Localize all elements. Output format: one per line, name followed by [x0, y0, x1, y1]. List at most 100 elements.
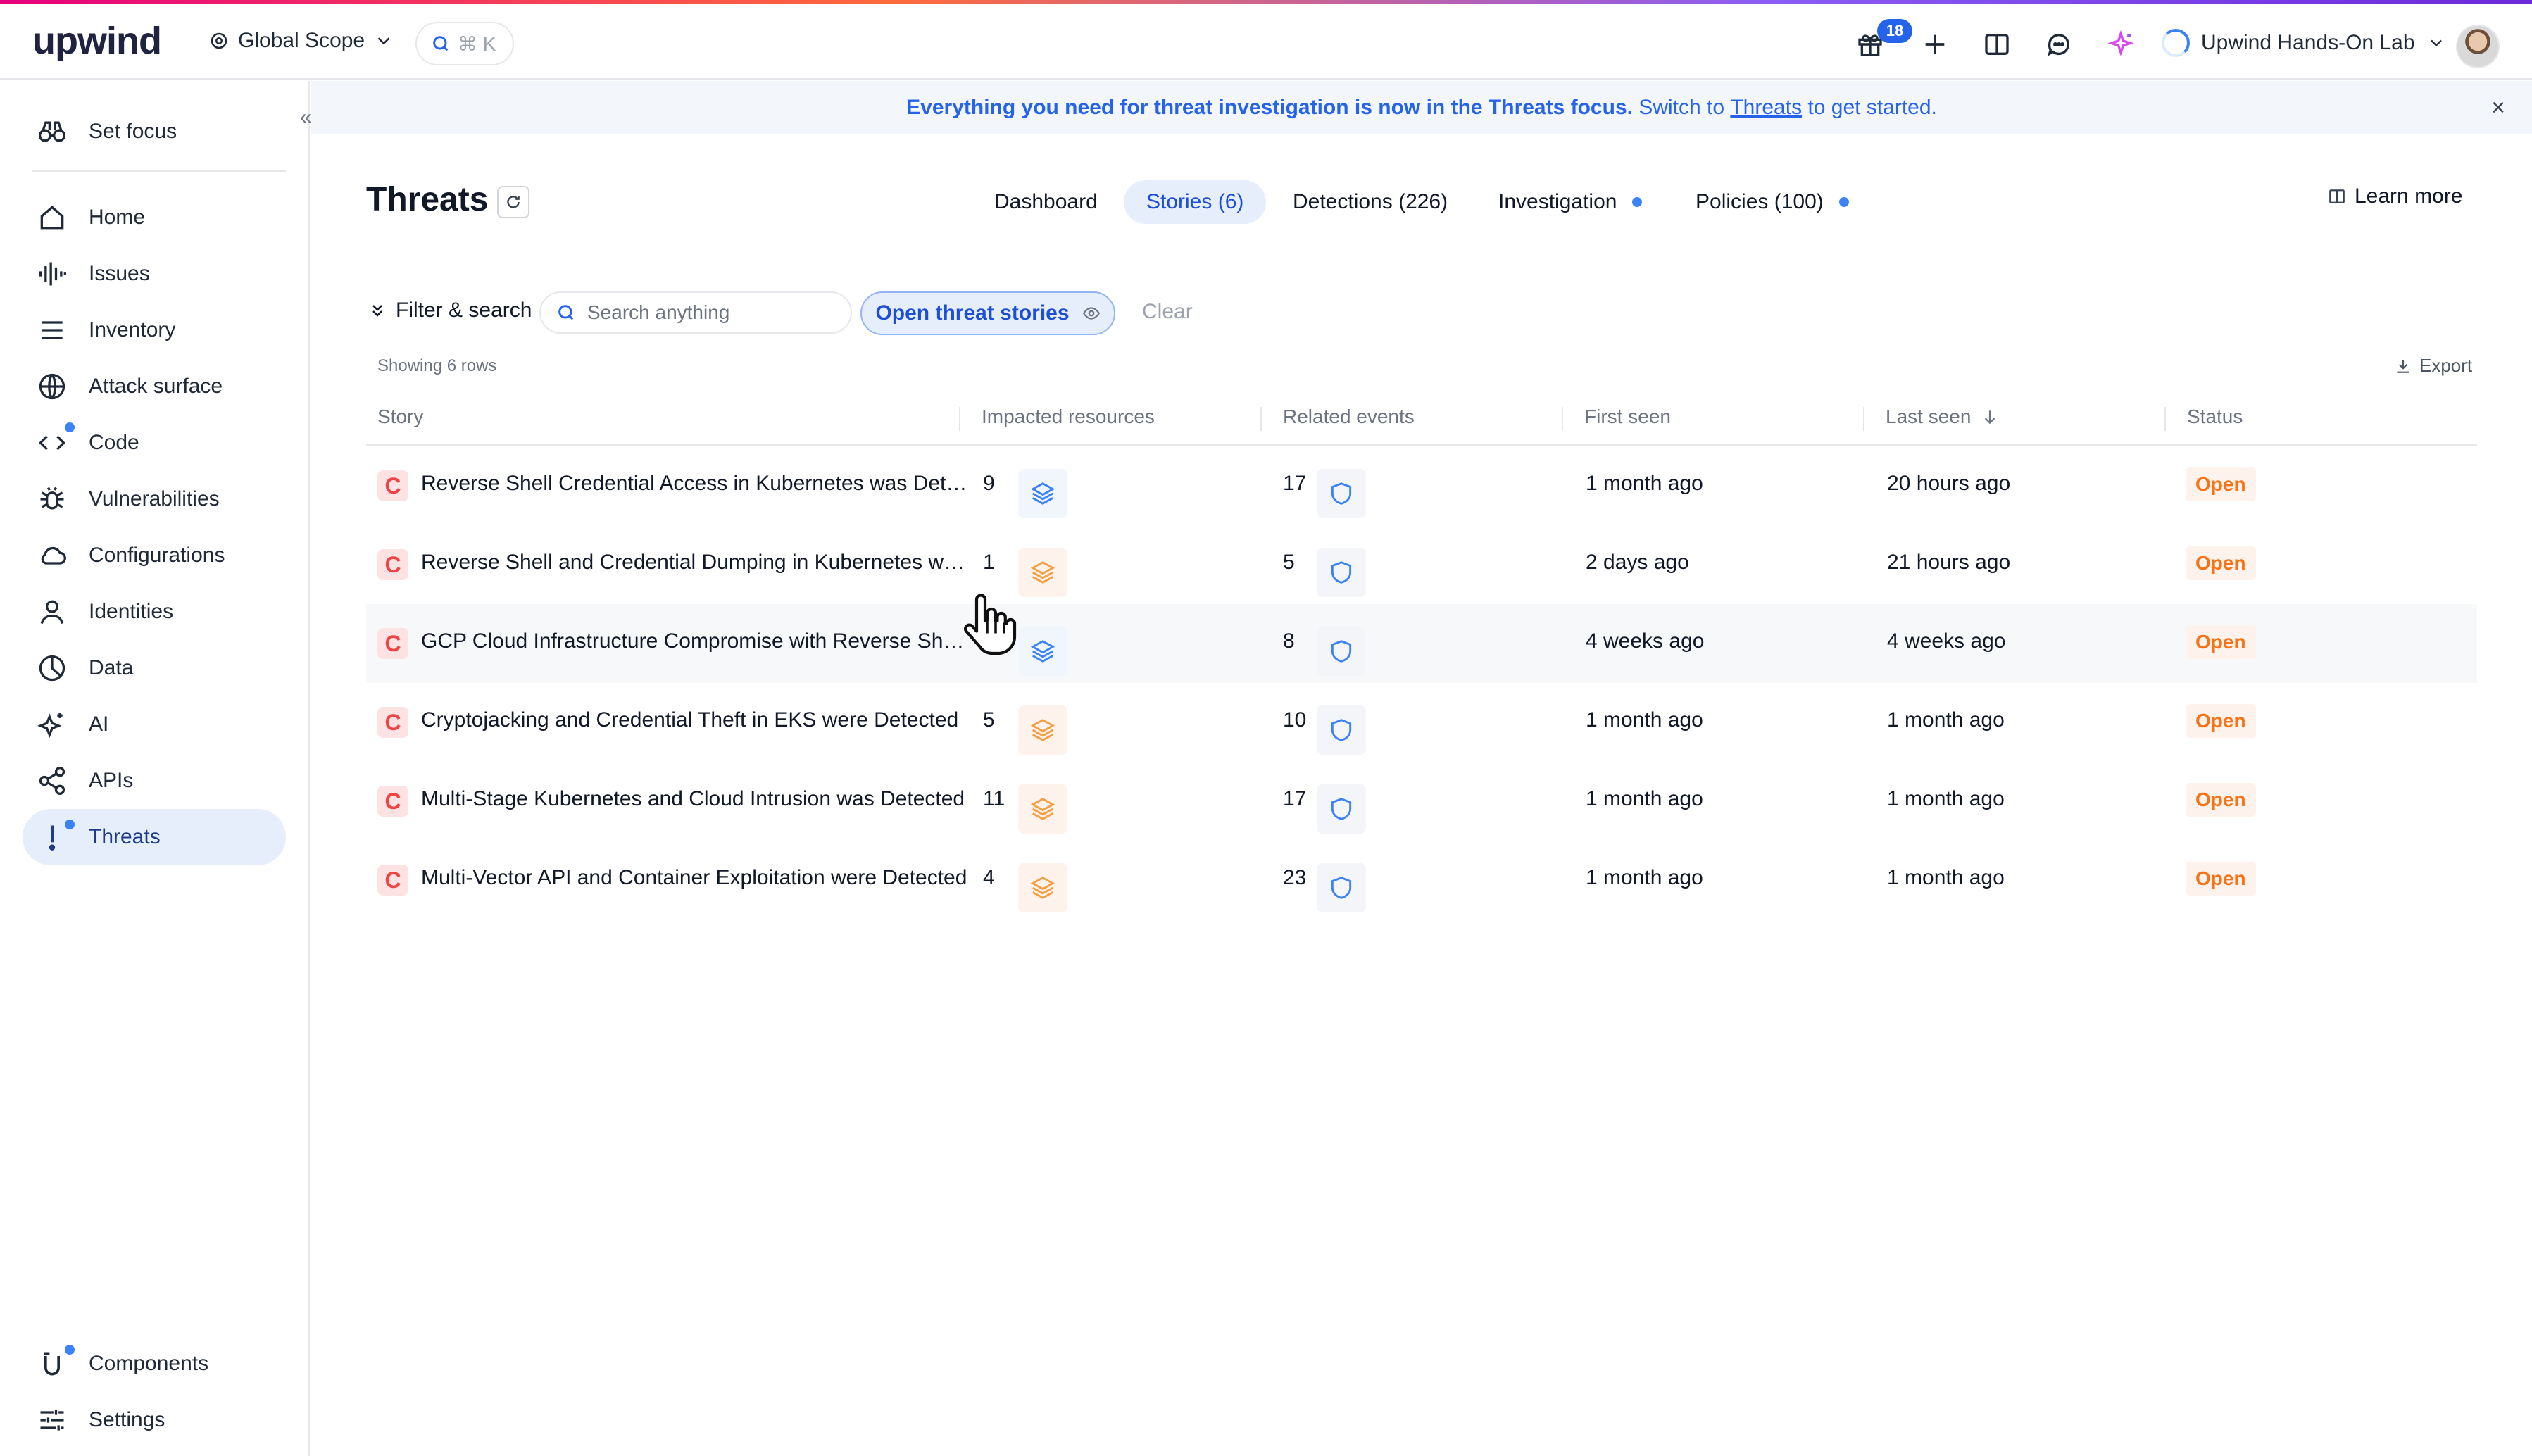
events-button[interactable] [1317, 627, 1366, 676]
column-header-status[interactable]: Status [2187, 406, 2243, 428]
sparkle-icon [2107, 30, 2134, 56]
tab-stories[interactable]: Stories (6) [1124, 180, 1267, 224]
issues-icon [39, 262, 66, 286]
table-row[interactable]: C GCP Cloud Infrastructure Compromise wi… [366, 604, 2477, 683]
story-title[interactable]: Reverse Shell and Credential Dumping in … [421, 551, 970, 575]
sidebar-set-focus[interactable]: Set focus [23, 103, 286, 160]
events-button[interactable] [1317, 705, 1366, 755]
upwind-logo[interactable]: upwind [32, 19, 162, 63]
tab-detections[interactable]: Detections (226) [1270, 180, 1470, 224]
shield-icon [1331, 482, 1352, 505]
org-name: Upwind Hands-On Lab [2201, 31, 2415, 54]
story-title[interactable]: Cryptojacking and Credential Theft in EK… [421, 708, 970, 732]
sidebar-item-settings[interactable]: Settings [23, 1392, 286, 1448]
cmdk-shortcut: ⌘ K [458, 32, 496, 55]
tab-investigation[interactable]: Investigation [1476, 180, 1665, 224]
table-row[interactable]: C Cryptojacking and Credential Theft in … [366, 683, 2477, 762]
events-button[interactable] [1317, 548, 1366, 597]
column-header-impacted-resources[interactable]: Impacted resources [982, 406, 1155, 428]
org-selector[interactable]: Upwind Hands-On Lab [2162, 29, 2446, 57]
events-button[interactable] [1317, 863, 1366, 912]
refresh-button[interactable] [497, 186, 529, 218]
resources-button[interactable] [1018, 863, 1067, 912]
command-search[interactable]: ⌘ K [415, 22, 514, 65]
learn-more-link[interactable]: Learn more [2328, 184, 2462, 208]
upwind-u-icon [44, 1352, 60, 1376]
export-button[interactable]: Export [2394, 355, 2472, 377]
first-seen: 1 month ago [1586, 472, 1703, 495]
refresh-icon [507, 196, 520, 208]
active-filter-chip[interactable]: Open threat stories [860, 291, 1115, 335]
impacted-resources-count: 11 [983, 787, 1005, 810]
sidebar-item-components[interactable]: Components [23, 1336, 286, 1392]
target-icon [211, 32, 227, 49]
sidebar-item-threats[interactable]: Threats [23, 809, 286, 865]
banner-threats-link[interactable]: Threats [1730, 96, 1802, 120]
events-button[interactable] [1317, 469, 1366, 518]
sidebar-item-home[interactable]: Home [23, 189, 286, 246]
events-button[interactable] [1317, 784, 1366, 834]
docs-button[interactable] [1983, 30, 2011, 58]
sidebar-item-apis[interactable]: APIs [23, 753, 286, 809]
story-title[interactable]: Reverse Shell Credential Access in Kuber… [421, 472, 970, 496]
scope-label: Global Scope [238, 29, 365, 52]
severity-critical-badge: C [377, 707, 408, 738]
status-badge: Open [2186, 546, 2256, 580]
chat-button[interactable] [2045, 30, 2073, 58]
related-events-count: 23 [1283, 866, 1307, 889]
column-label: Status [2187, 406, 2243, 427]
sidebar-item-vulnerabilities[interactable]: Vulnerabilities [23, 471, 286, 527]
table-row[interactable]: C Multi-Stage Kubernetes and Cloud Intru… [366, 762, 2477, 841]
download-icon [2397, 359, 2409, 373]
sidebar-item-ai[interactable]: AI [23, 696, 286, 753]
resources-button[interactable] [1018, 705, 1067, 755]
sidebar-item-identities[interactable]: Identities [23, 584, 286, 640]
sidebar-item-label: Issues [89, 262, 150, 285]
tab-label: Detections (226) [1293, 190, 1448, 213]
column-header-last-seen[interactable]: Last seen [1886, 406, 1999, 428]
story-title[interactable]: Multi-Stage Kubernetes and Cloud Intrusi… [421, 787, 970, 811]
shield-icon [1331, 877, 1352, 899]
layers-icon [1030, 877, 1055, 899]
sidebar-item-attack-surface[interactable]: Attack surface [23, 358, 286, 415]
close-icon[interactable]: × [2486, 95, 2511, 120]
resources-button[interactable] [1018, 784, 1067, 834]
tab-dashboard[interactable]: Dashboard [972, 180, 1120, 224]
sidebar-item-label: Settings [89, 1408, 165, 1431]
tab-label: Dashboard [994, 190, 1098, 213]
sidebar-item-issues[interactable]: Issues [23, 246, 286, 302]
resources-button[interactable] [1018, 548, 1067, 597]
resources-button[interactable] [1018, 469, 1067, 518]
story-title[interactable]: Multi-Vector API and Container Exploitat… [421, 866, 970, 890]
scope-selector[interactable]: Global Scope [208, 29, 394, 53]
sidebar-item-label: Vulnerabilities [89, 487, 220, 510]
sidebar-item-data[interactable]: Data [23, 640, 286, 696]
filter-label: Filter & search [396, 299, 532, 322]
column-header-story[interactable]: Story [377, 406, 423, 428]
add-button[interactable] [1921, 30, 1949, 58]
user-avatar[interactable] [2456, 25, 2500, 68]
table-header: Story Impacted resources Related events … [366, 394, 2477, 446]
shield-icon [1331, 640, 1352, 663]
banner-text-end: to get started. [1802, 96, 1937, 119]
column-header-first-seen[interactable]: First seen [1584, 406, 1671, 428]
tab-policies[interactable]: Policies (100) [1673, 180, 1872, 224]
search-input[interactable]: Search anything [539, 291, 852, 334]
clear-filters-button[interactable]: Clear [1142, 300, 1193, 324]
story-title[interactable]: GCP Cloud Infrastructure Compromise with… [421, 629, 970, 653]
binoculars-icon [38, 121, 66, 142]
table-row[interactable]: C Multi-Vector API and Container Exploit… [366, 841, 2477, 920]
resources-button[interactable] [1018, 627, 1067, 676]
shield-icon [1331, 561, 1352, 584]
search-icon [433, 36, 449, 51]
sidebar-item-label: Identities [89, 600, 174, 623]
sidebar-item-configurations[interactable]: Configurations [23, 527, 286, 584]
column-header-related-events[interactable]: Related events [1283, 406, 1415, 428]
sidebar-item-code[interactable]: Code [23, 415, 286, 471]
table-row[interactable]: C Reverse Shell Credential Access in Kub… [366, 446, 2477, 525]
filter-search-toggle[interactable]: Filter & search [369, 299, 532, 322]
sidebar-item-label: Inventory [89, 318, 176, 341]
table-row[interactable]: C Reverse Shell and Credential Dumping i… [366, 525, 2477, 604]
ai-assistant-button[interactable] [2107, 30, 2135, 58]
sidebar-item-inventory[interactable]: Inventory [23, 302, 286, 358]
